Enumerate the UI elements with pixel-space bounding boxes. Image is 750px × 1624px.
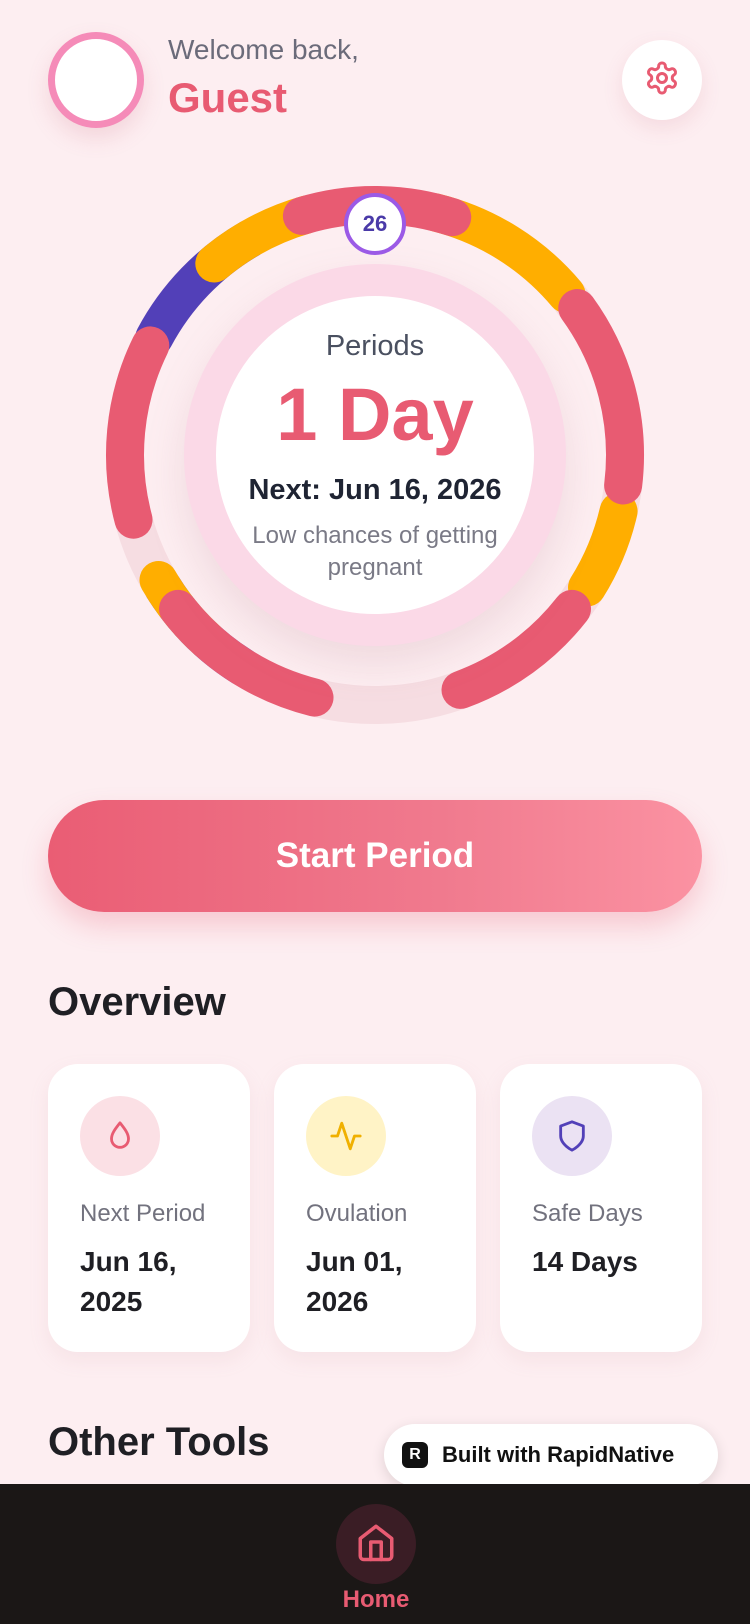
bottom-nav: Home [0,1484,750,1624]
next-period-card[interactable]: Next Period Jun 16, 2025 [48,1064,250,1352]
settings-button[interactable] [622,40,702,120]
droplet-icon [80,1096,160,1176]
card-value: Jun 16, 2025 [80,1246,177,1317]
period-segment [558,289,644,505]
other-tools-title: Other Tools [48,1420,270,1464]
avatar[interactable] [48,32,144,128]
card-label: Next Period [80,1200,206,1227]
fertile-segment [568,492,638,607]
user-name: Guest [168,74,288,121]
safe-days-card[interactable]: Safe Days 14 Days [500,1064,702,1352]
shield-icon [532,1096,612,1176]
card-value: Jun 01, 2026 [306,1246,403,1317]
phase-label: Periods [325,330,425,362]
welcome-text: Welcome back, [168,34,359,65]
gear-icon [644,60,680,101]
card-label: Safe Days [532,1200,643,1227]
current-day-marker[interactable]: 26 [344,193,406,255]
built-with-badge[interactable]: R Built with RapidNative [384,1424,718,1486]
ovulation-card[interactable]: Ovulation Jun 01, 2026 [274,1064,476,1352]
home-tab-label[interactable]: Home [300,1586,452,1614]
activity-icon [306,1096,386,1176]
period-segment [441,589,592,709]
phase-value: 1 Day [276,373,474,456]
next-period-date: Next: Jun 16, 2026 [248,474,502,506]
period-segment [106,326,170,539]
home-icon [355,1521,397,1568]
fertility-text: Low chances of getting pregnant [252,522,498,581]
built-with-label: Built with RapidNative [442,1442,675,1467]
rapidnative-logo-icon: R [402,1442,428,1468]
start-period-button[interactable]: Start Period [48,800,702,912]
overview-title: Overview [48,980,226,1024]
home-tab[interactable] [336,1504,416,1584]
card-value: 14 Days [532,1246,638,1277]
card-label: Ovulation [306,1200,408,1227]
